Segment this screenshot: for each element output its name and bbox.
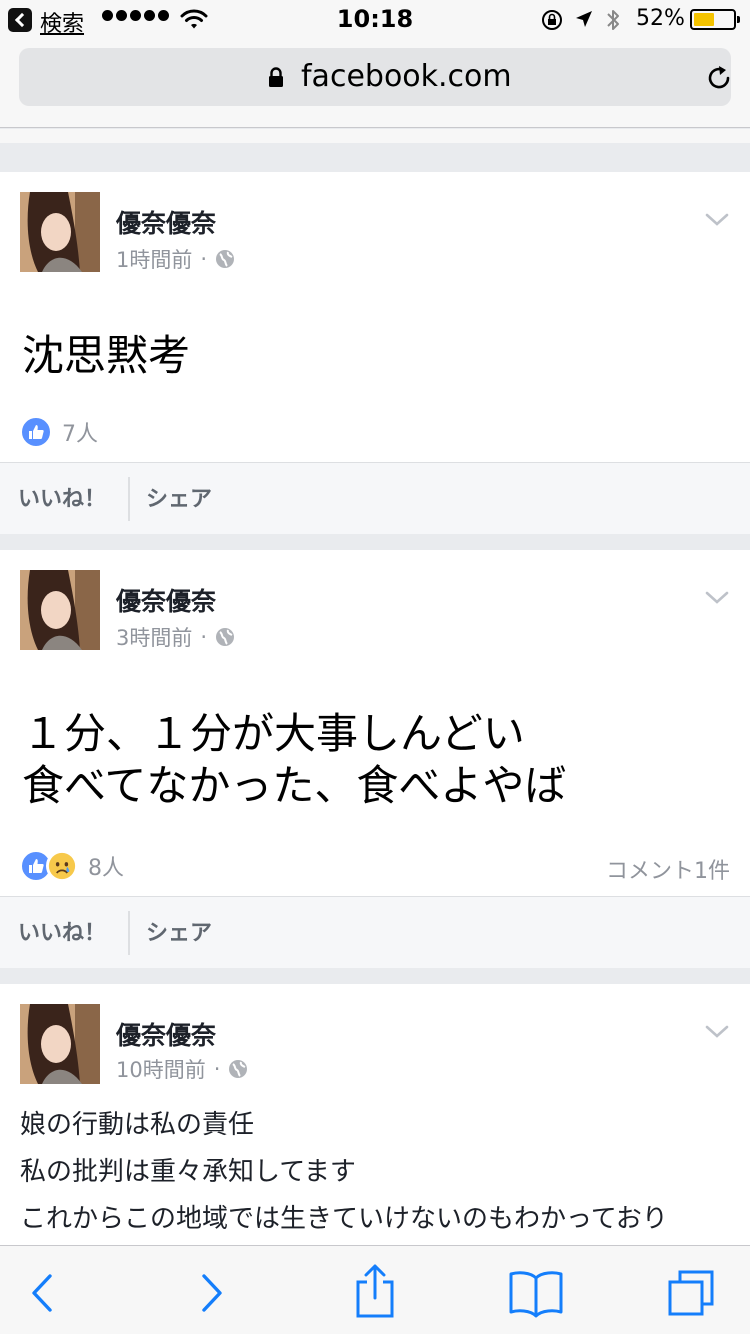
post-time[interactable]: 10時間前 xyxy=(116,1054,206,1084)
meta-separator: · xyxy=(213,1057,221,1081)
battery-icon xyxy=(690,9,740,30)
post-card: 優奈優奈 3時間前 · １分、１分が大事しんどい 食べてなかった、食べよやば 8… xyxy=(0,550,750,968)
avatar[interactable] xyxy=(20,1004,100,1084)
globe-icon xyxy=(229,1060,248,1078)
like-button[interactable]: いいね！ xyxy=(18,915,106,947)
reaction-count[interactable]: 7人 xyxy=(62,416,98,448)
post-text-line: 沈思黙考 xyxy=(22,331,191,380)
post-text-line: 私の批判は重々承知してます xyxy=(20,1157,356,1187)
post-time[interactable]: 1時間前 xyxy=(116,244,192,274)
post-meta: 10時間前 · xyxy=(116,1054,248,1084)
post-text-line: １分、１分が大事しんどい xyxy=(22,709,525,758)
post-text: 沈思黙考 xyxy=(22,330,190,382)
post-text-line: 食べてなかった、食べよやば xyxy=(22,761,567,810)
forward-arrow-icon[interactable] xyxy=(186,1268,236,1318)
sad-reaction-icon xyxy=(46,850,78,882)
post-text: １分、１分が大事しんどい 食べてなかった、食べよやば xyxy=(22,708,566,812)
post-meta: 1時間前 · xyxy=(116,244,235,274)
post-text-line: 娘の行動は私の責任 xyxy=(20,1110,255,1140)
like-button[interactable]: いいね！ xyxy=(18,481,106,513)
post-text-line: これからこの地域では生きていけないのもわかっており xyxy=(20,1204,668,1234)
location-arrow-icon xyxy=(576,11,592,27)
bookmarks-icon[interactable] xyxy=(508,1268,564,1318)
post-meta: 3時間前 · xyxy=(116,622,235,652)
post-card: 優奈優奈 1時間前 · 沈思黙考 7人 いいね！ シェア xyxy=(0,172,750,534)
action-divider xyxy=(128,911,130,955)
reaction-count[interactable]: 8人 xyxy=(88,850,124,882)
comment-count[interactable]: コメント1件 xyxy=(606,853,730,885)
chevron-down-icon[interactable] xyxy=(704,1018,730,1044)
share-icon[interactable] xyxy=(350,1262,400,1318)
share-button[interactable]: シェア xyxy=(146,915,212,947)
orientation-lock-icon xyxy=(542,10,562,30)
address-bar[interactable]: facebook.com xyxy=(19,48,731,106)
status-bar: 検索 10:18 52% xyxy=(0,0,750,40)
battery-fill xyxy=(694,13,714,26)
post-text: 娘の行動は私の責任 私の批判は重々承知してます これからこの地域では生きていけな… xyxy=(20,1102,668,1243)
action-divider xyxy=(128,477,130,521)
battery-percentage: 52% xyxy=(636,6,685,31)
like-reaction-icon xyxy=(20,416,52,448)
tabs-icon[interactable] xyxy=(666,1268,716,1318)
address-url[interactable]: facebook.com xyxy=(301,59,512,94)
reaction-summary[interactable]: 7人 xyxy=(20,416,98,448)
globe-icon xyxy=(216,628,235,646)
chevron-down-icon[interactable] xyxy=(704,584,730,610)
browser-address-area: facebook.com xyxy=(0,40,750,128)
post-author[interactable]: 優奈優奈 xyxy=(116,1016,216,1052)
post-time[interactable]: 3時間前 xyxy=(116,622,192,652)
lock-icon xyxy=(269,67,283,87)
reaction-summary[interactable]: 8人 xyxy=(20,850,124,882)
meta-separator: · xyxy=(200,625,208,649)
reload-icon[interactable] xyxy=(705,64,733,92)
avatar[interactable] xyxy=(20,570,100,650)
post-action-bar: いいね！ シェア xyxy=(0,462,750,534)
post-author[interactable]: 優奈優奈 xyxy=(116,582,216,618)
avatar[interactable] xyxy=(20,192,100,272)
share-button[interactable]: シェア xyxy=(146,481,212,513)
browser-toolbar xyxy=(0,1245,750,1334)
post-action-bar: いいね！ シェア xyxy=(0,896,750,968)
chevron-down-icon[interactable] xyxy=(704,206,730,232)
globe-icon xyxy=(216,250,235,268)
divider-strip xyxy=(0,129,750,143)
meta-separator: · xyxy=(200,247,208,271)
post-card: 優奈優奈 10時間前 · 娘の行動は私の責任 私の批判は重々承知してます これか… xyxy=(0,984,750,1245)
post-author[interactable]: 優奈優奈 xyxy=(116,204,216,240)
back-arrow-icon[interactable] xyxy=(18,1268,68,1318)
bluetooth-icon xyxy=(607,10,619,30)
